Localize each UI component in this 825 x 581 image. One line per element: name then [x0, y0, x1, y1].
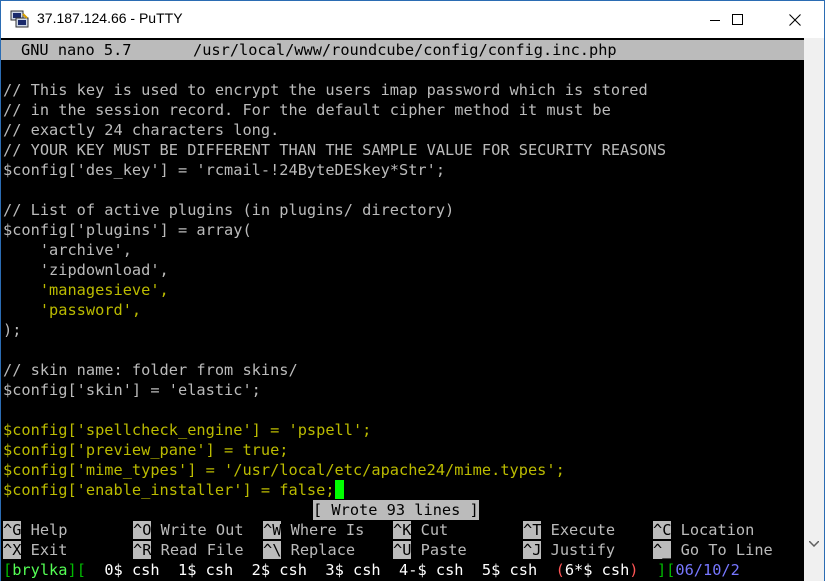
- shortcut-label: Write Out: [160, 521, 244, 539]
- screen-session-name: brylka: [12, 561, 68, 579]
- shortcut-label: Read File: [160, 541, 244, 559]
- screen-active-window: 6*$ csh: [564, 561, 630, 579]
- code-line: // YOUR KEY MUST BE DIFFERENT THAN THE S…: [3, 141, 667, 159]
- code-line: // in the session record. For the defaul…: [3, 101, 611, 119]
- shortcut-justify[interactable]: ^J Justify: [523, 540, 615, 560]
- shortcut-label: Help: [30, 521, 68, 539]
- shortcut-where-is[interactable]: ^W Where Is: [263, 520, 364, 540]
- terminal-area[interactable]: GNU nano 5.7 /usr/local/www/roundcube/co…: [1, 38, 804, 581]
- shortcut-key: ^\: [263, 541, 282, 559]
- shortcut-key: ^J: [523, 541, 542, 559]
- vertical-scrollbar[interactable]: [804, 38, 824, 581]
- window-title: 37.187.124.66 - PuTTY: [37, 10, 183, 26]
- code-line: );: [3, 321, 22, 339]
- shortcut-key: ^T: [523, 521, 542, 539]
- shortcut-replace[interactable]: ^\ Replace: [263, 540, 355, 560]
- shortcut-help[interactable]: ^G Help: [3, 520, 67, 540]
- shortcut-key: ^C: [653, 521, 672, 539]
- nano-file-path: /usr/local/www/roundcube/config/config.i…: [193, 41, 617, 59]
- shortcut-label: Location: [680, 521, 755, 539]
- code-line-modified: $config['mime_types'] = '/usr/local/etc/…: [3, 461, 565, 479]
- code-line: // exactly 24 characters long.: [3, 121, 280, 139]
- shortcut-go-to-line[interactable]: ^_ Go To Line: [653, 540, 773, 560]
- screen-status-bar: [brylka][ 0$ csh 1$ csh 2$ csh 3$ csh 4-…: [3, 560, 740, 580]
- shortcut-execute[interactable]: ^T Execute: [523, 520, 615, 540]
- shortcut-key: ^G: [3, 521, 22, 539]
- shortcut-paste[interactable]: ^U Paste: [393, 540, 467, 560]
- code-line-modified: 'managesieve',: [3, 281, 169, 299]
- screen-date: 06/10/2: [675, 561, 740, 579]
- code-line: $config['skin'] = 'elastic';: [3, 381, 261, 399]
- nano-version: GNU nano 5.7: [21, 41, 132, 59]
- shortcut-label: Justify: [550, 541, 616, 559]
- shortcut-read-file[interactable]: ^R Read File: [133, 540, 244, 560]
- shortcut-label: Replace: [290, 541, 356, 559]
- putty-icon: [10, 10, 29, 28]
- shortcut-label: Cut: [420, 521, 449, 539]
- close-button[interactable]: [772, 1, 818, 38]
- scroll-arrow-icon[interactable]: [809, 541, 819, 547]
- text-cursor: [334, 480, 344, 499]
- shortcut-label: Where Is: [290, 521, 365, 539]
- code-line-modified: 'password',: [3, 301, 142, 319]
- shortcut-key: ^_: [653, 541, 672, 559]
- code-line: $config['des_key'] = 'rcmail-!24ByteDESk…: [3, 161, 446, 179]
- screen-bracket: ): [629, 561, 639, 579]
- code-line: $config['plugins'] = array(: [3, 221, 252, 239]
- code-line: // This key is used to encrypt the users…: [3, 81, 648, 99]
- code-line-modified: $config['enable_installer'] = false;: [3, 480, 344, 500]
- title-bar[interactable]: 37.187.124.66 - PuTTY: [1, 1, 824, 38]
- shortcut-label: Go To Line: [680, 541, 773, 559]
- shortcut-key: ^K: [393, 521, 412, 539]
- shortcut-key: ^W: [263, 521, 282, 539]
- putty-window: 37.187.124.66 - PuTTY GNU nano 5.7 /usr/…: [0, 0, 825, 581]
- code-line: // skin name: folder from skins/: [3, 361, 298, 379]
- shortcut-label: Paste: [420, 541, 467, 559]
- shortcut-exit[interactable]: ^X Exit: [3, 540, 67, 560]
- shortcut-label: Exit: [30, 541, 68, 559]
- code-line-text: $config['enable_installer'] = false;: [3, 481, 335, 499]
- code-line: 'archive',: [3, 241, 132, 259]
- shortcut-label: Execute: [550, 521, 616, 539]
- maximize-icon: [731, 14, 743, 25]
- screen-bracket: (: [555, 561, 565, 579]
- screen-window-list: 0$ csh 1$ csh 2$ csh 3$ csh 4-$ csh 5$ c…: [85, 561, 538, 579]
- shortcut-write-out[interactable]: ^O Write Out: [133, 520, 244, 540]
- code-line-modified: $config['spellcheck_engine'] = 'pspell';: [3, 421, 372, 439]
- screen-bracket: ][: [656, 561, 676, 579]
- code-line-modified: $config['preview_pane'] = true;: [3, 441, 289, 459]
- screen-bracket: [: [3, 561, 13, 579]
- shortcut-key: ^O: [133, 521, 152, 539]
- screen-bracket: ][: [67, 561, 86, 579]
- maximize-button[interactable]: [714, 1, 760, 38]
- shortcut-location[interactable]: ^C Location: [653, 520, 754, 540]
- shortcut-key: ^U: [393, 541, 412, 559]
- shortcut-key: ^R: [133, 541, 152, 559]
- status-message: [ Wrote 93 lines ]: [313, 500, 479, 520]
- shortcut-key: ^X: [3, 541, 22, 559]
- code-line: // List of active plugins (in plugins/ d…: [3, 201, 455, 219]
- code-line: 'zipdownload',: [3, 261, 169, 279]
- shortcut-cut[interactable]: ^K Cut: [393, 520, 448, 540]
- close-icon: [789, 13, 801, 26]
